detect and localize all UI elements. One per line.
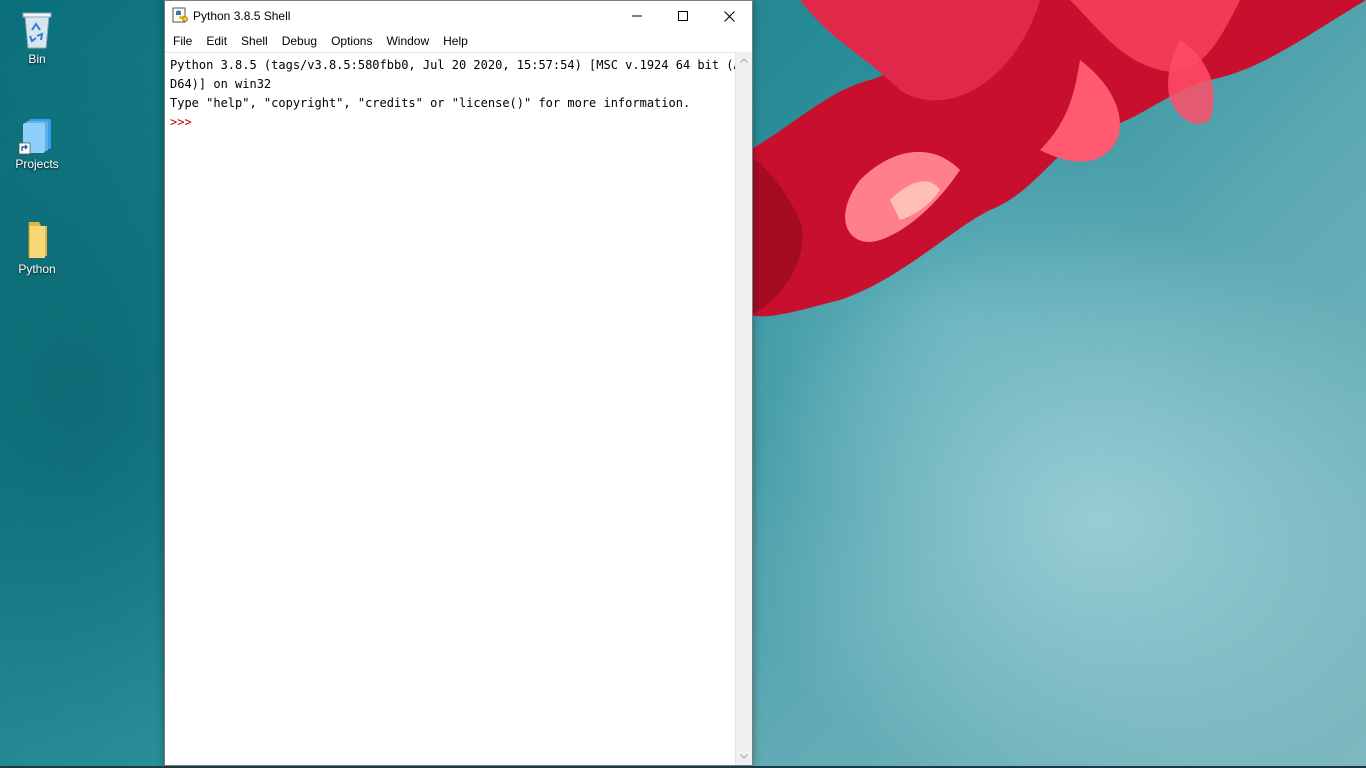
recycle-bin-icon <box>17 8 57 50</box>
shell-text-area[interactable]: Python 3.8.5 (tags/v3.8.5:580fbb0, Jul 2… <box>165 52 748 765</box>
maximize-button[interactable] <box>660 1 706 31</box>
desktop-icon-python[interactable]: Python <box>8 218 66 276</box>
desktop-icon-label: Python <box>18 262 56 276</box>
window-title: Python 3.8.5 Shell <box>193 9 291 23</box>
projects-shortcut-icon <box>17 113 57 155</box>
close-icon <box>723 10 735 22</box>
menu-file[interactable]: File <box>166 31 199 51</box>
scroll-up-button[interactable] <box>736 52 752 69</box>
menu-debug[interactable]: Debug <box>275 31 324 51</box>
idle-shell-window: Python 3.8.5 Shell File Edit Shell Debug… <box>164 0 753 766</box>
maximize-icon <box>678 11 688 21</box>
menu-bar: File Edit Shell Debug Options Window Hel… <box>165 31 752 51</box>
python-idle-icon <box>172 7 188 23</box>
folder-icon <box>17 218 57 260</box>
minimize-button[interactable] <box>614 1 660 31</box>
scroll-down-button[interactable] <box>736 748 752 765</box>
chevron-down-icon <box>740 754 748 759</box>
menu-window[interactable]: Window <box>379 31 436 51</box>
shell-output: Python 3.8.5 (tags/v3.8.5:580fbb0, Jul 2… <box>170 56 748 132</box>
shell-line: Type "help", "copyright", "credits" or "… <box>170 96 691 110</box>
shell-line: D64)] on win32 <box>170 77 272 91</box>
desktop-icon-label: Bin <box>28 52 46 66</box>
wallpaper-flower <box>740 0 1366 320</box>
shell-line: Python 3.8.5 (tags/v3.8.5:580fbb0, Jul 2… <box>170 58 748 72</box>
desktop-icon-projects[interactable]: Projects <box>8 113 66 171</box>
desktop-icon-bin[interactable]: Bin <box>8 8 66 66</box>
desktop: Bin Projects Python Python 3.8.5 Shell F… <box>0 0 1366 768</box>
title-bar[interactable]: Python 3.8.5 Shell <box>165 1 752 31</box>
menu-options[interactable]: Options <box>324 31 379 51</box>
menu-shell[interactable]: Shell <box>234 31 275 51</box>
close-button[interactable] <box>706 1 752 31</box>
minimize-icon <box>632 15 642 17</box>
shell-prompt: >>> <box>170 115 199 129</box>
chevron-up-icon <box>740 58 748 63</box>
shell-prompt-line[interactable]: >>> <box>170 113 733 132</box>
vertical-scrollbar[interactable] <box>735 52 752 765</box>
menu-edit[interactable]: Edit <box>199 31 234 51</box>
desktop-icon-label: Projects <box>15 157 59 171</box>
menu-help[interactable]: Help <box>436 31 475 51</box>
